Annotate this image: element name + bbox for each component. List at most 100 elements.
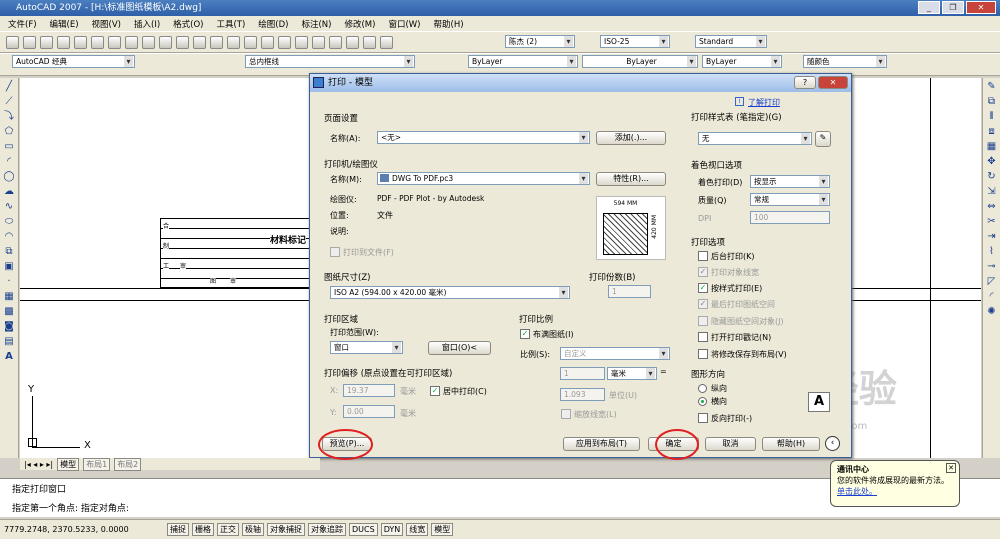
properties-icon[interactable] [278,36,291,49]
line-icon[interactable]: ╱ [3,81,15,93]
redo-icon[interactable] [193,36,206,49]
layer-select[interactable]: 总内框线 [245,55,415,68]
upside-down-checkbox[interactable] [698,413,708,423]
save-icon[interactable] [40,36,53,49]
restore-button[interactable]: ❐ [942,1,964,14]
join-icon[interactable]: ⊸ [986,261,998,273]
shade-plot-select[interactable]: 按显示 [750,175,830,188]
menu-window[interactable]: 窗口(W) [388,18,420,30]
help-icon[interactable] [380,36,393,49]
extend-icon[interactable]: ⇥ [986,231,998,243]
apply-to-layout-button[interactable]: 应用到布局(T) [563,437,640,451]
color-select[interactable]: ByLayer [468,55,578,68]
arc-icon[interactable]: ◜ [3,156,15,168]
copy-icon[interactable] [125,36,138,49]
save-to-layout-checkbox[interactable] [698,349,708,359]
plot-style-select[interactable]: 随颜色 [803,55,887,68]
plot-stamp-checkbox[interactable] [698,332,708,342]
lineweight-toggle[interactable]: 线宽 [406,523,429,536]
background-plot-checkbox[interactable] [698,251,708,261]
dim-style-select[interactable]: ISO-25 [600,35,670,48]
insert-block-icon[interactable]: ⧉ [3,246,15,258]
paste-icon[interactable] [142,36,155,49]
cut-icon[interactable] [108,36,121,49]
workspace-select[interactable]: AutoCAD 经典 [12,55,135,68]
menu-modify[interactable]: 修改(M) [344,18,375,30]
menu-file[interactable]: 文件(F) [8,18,37,30]
explode-icon[interactable]: ✺ [986,306,998,318]
preview-icon[interactable] [74,36,87,49]
cancel-button[interactable]: 取消 [705,437,756,451]
stretch-icon[interactable]: ⇔ [986,201,998,213]
paper-size-select[interactable]: ISO A2 (594.00 x 420.00 毫米) [330,286,570,299]
osnap-toggle[interactable]: 对象捕捉 [267,523,305,536]
tab-layout2[interactable]: 布局2 [114,457,142,471]
publish-icon[interactable] [91,36,104,49]
help-button[interactable]: 帮助(H) [762,437,820,451]
close-button[interactable]: ✕ [966,1,996,14]
tool-palette-icon[interactable] [312,36,325,49]
new-icon[interactable] [6,36,19,49]
zoom-previous-icon[interactable] [261,36,274,49]
dialog-close-button[interactable]: ✕ [818,76,848,89]
printer-select[interactable]: DWG To PDF.pc3 [377,172,590,185]
calculator-icon[interactable] [363,36,376,49]
polyline-icon[interactable]: ⤵ [3,111,15,123]
center-plot-checkbox[interactable]: ✓ [430,386,440,396]
revcloud-icon[interactable]: ☁ [3,186,15,198]
array-icon[interactable]: ▦ [986,141,998,153]
portrait-radio[interactable] [698,384,707,393]
table-style-select[interactable]: Standard [695,35,767,48]
ducs-toggle[interactable]: DUCS [349,523,378,536]
add-page-setup-button[interactable]: 添加(.)... [596,131,666,145]
balloon-close-icon[interactable]: ✕ [946,463,956,473]
paperspace-last-checkbox[interactable]: ✓ [698,299,708,309]
construction-line-icon[interactable]: ⟋ [3,96,15,108]
menu-tools[interactable]: 工具(T) [216,18,245,30]
circle-icon[interactable]: ◯ [3,171,15,183]
dialog-help-button[interactable]: ? [794,76,816,89]
markup-icon[interactable] [346,36,359,49]
table-icon[interactable]: ▤ [3,336,15,348]
mirror-icon[interactable]: ⫴ [986,111,998,123]
scale-select[interactable]: 自定义 [560,347,670,360]
tab-layout1[interactable]: 布局1 [83,457,111,471]
menu-draw[interactable]: 绘图(D) [258,18,288,30]
hide-paperspace-checkbox[interactable] [698,316,708,326]
dyn-toggle[interactable]: DYN [380,523,404,536]
offset-icon[interactable]: ⧈ [986,126,998,138]
model-toggle[interactable]: 模型 [431,523,454,536]
ellipse-icon[interactable]: ⬭ [3,216,15,228]
page-setup-select[interactable]: <无> [377,131,590,144]
edit-plot-style-button[interactable]: ✎ [815,131,831,147]
scale-icon[interactable]: ⇲ [986,186,998,198]
tab-nav-arrows[interactable]: |◂ ◂ ▸ ▸| [24,460,53,469]
quality-select[interactable]: 常规 [750,193,830,206]
gradient-icon[interactable]: ▩ [3,306,15,318]
menu-help[interactable]: 帮助(H) [434,18,464,30]
zoom-window-icon[interactable] [244,36,257,49]
offset-y-input[interactable]: 0.00 [343,405,395,418]
help-link[interactable]: 了解打印 [748,97,780,108]
menu-edit[interactable]: 编辑(E) [50,18,79,30]
erase-icon[interactable]: ✎ [986,81,998,93]
scale-unit-select[interactable]: 毫米 [607,367,657,380]
fillet-icon[interactable]: ◜ [986,291,998,303]
print-icon[interactable] [57,36,70,49]
menu-format[interactable]: 格式(O) [173,18,203,30]
minimize-button[interactable]: _ [918,1,940,14]
plot-style-table-select[interactable]: 无 [698,132,812,145]
zoom-icon[interactable] [227,36,240,49]
undo-icon[interactable] [176,36,189,49]
landscape-radio[interactable] [698,397,707,406]
lineweight-select[interactable]: ByLayer [702,55,782,68]
region-icon[interactable]: ◙ [3,321,15,333]
balloon-link[interactable]: 单击此处。 [837,486,953,497]
sheet-set-icon[interactable] [329,36,342,49]
text-icon[interactable]: A [3,351,15,363]
chamfer-icon[interactable]: ◸ [986,276,998,288]
plot-lineweights-checkbox[interactable]: ✓ [698,267,708,277]
plot-with-styles-checkbox[interactable]: ✓ [698,283,708,293]
polygon-icon[interactable]: ⬠ [3,126,15,138]
scale-lineweights-checkbox[interactable] [561,409,571,419]
